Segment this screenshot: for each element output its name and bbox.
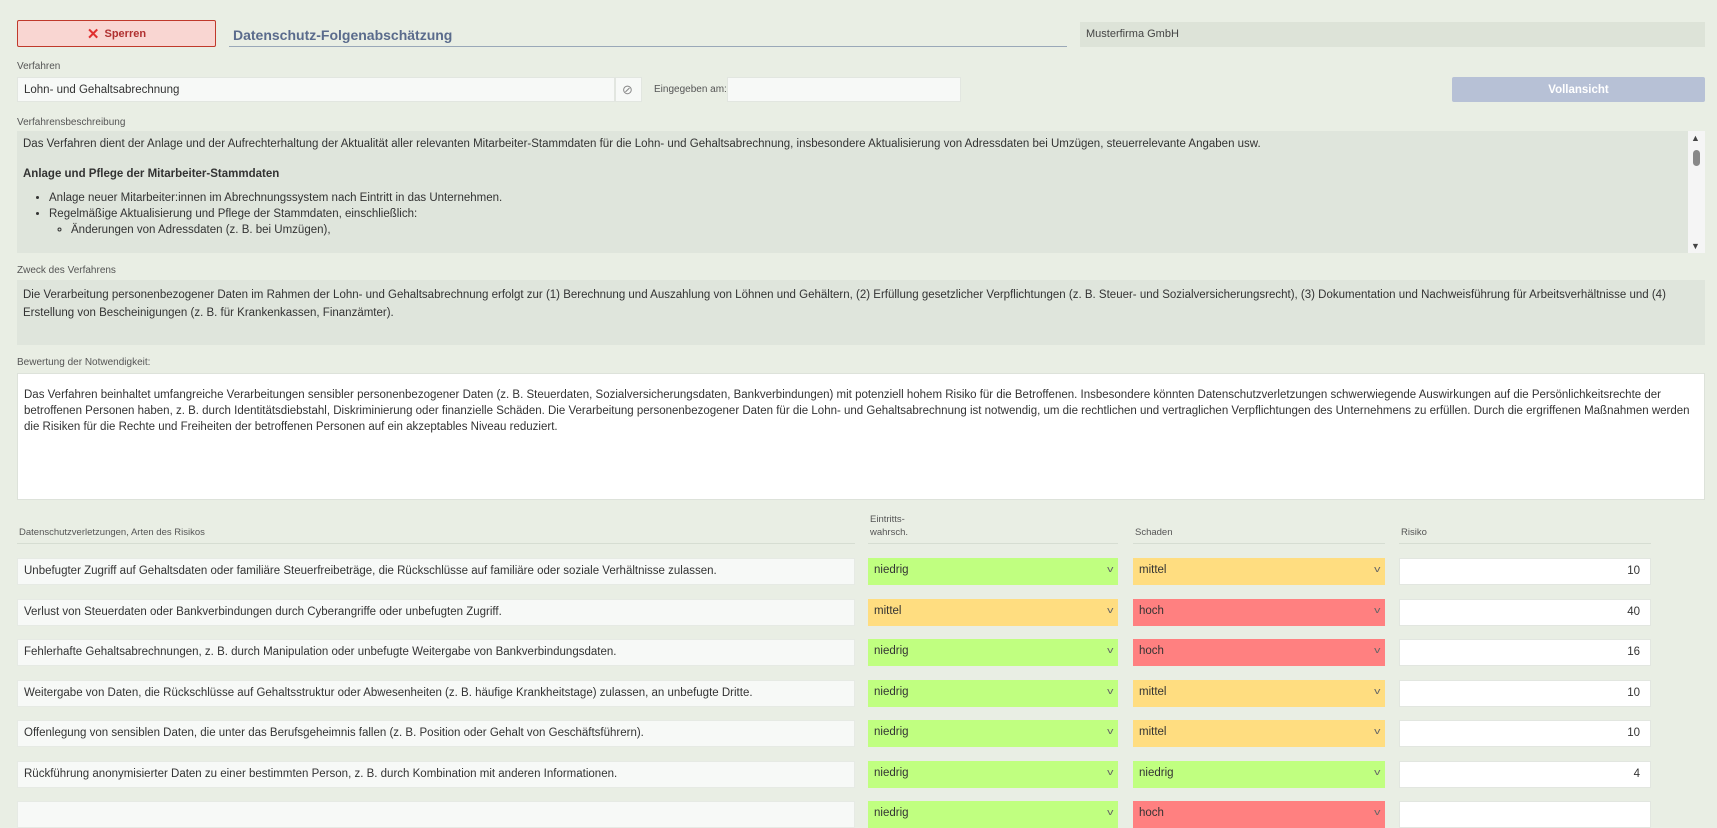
risk-description[interactable]: Unbefugter Zugriff auf Gehaltsdaten oder… (17, 558, 855, 585)
verfahren-input[interactable]: Lohn- und Gehaltsabrechnung (17, 77, 615, 102)
likelihood-value: mittel (874, 605, 902, 617)
chevron-down-icon: v (1373, 686, 1380, 696)
likelihood-value: niedrig (874, 645, 909, 657)
company-field: Musterfirma GmbH (1080, 22, 1705, 47)
likelihood-select[interactable]: niedrig v (868, 801, 1118, 828)
risk-description[interactable]: Verlust von Steuerdaten oder Bankverbind… (17, 599, 855, 626)
list-item: Anlage neuer Mitarbeiter:innen im Abrech… (49, 190, 1682, 206)
table-row: Weitergabe von Daten, die Rückschlüsse a… (0, 680, 1717, 707)
likelihood-select[interactable]: niedrig v (868, 720, 1118, 747)
damage-value: mittel (1139, 726, 1167, 738)
table-row: niedrig v hoch v (0, 801, 1717, 828)
description-intro: Das Verfahren dient der Anlage und der A… (23, 138, 1261, 150)
list-item-text: Regelmäßige Aktualisierung und Pflege de… (49, 208, 418, 220)
chevron-down-icon: v (1106, 605, 1113, 615)
header-damage: Schaden (1133, 520, 1385, 544)
table-row: Offenlegung von sensiblen Daten, die unt… (0, 720, 1717, 747)
risk-value[interactable]: 16 (1399, 639, 1651, 666)
scrollbar[interactable]: ▲ ▼ (1688, 131, 1705, 253)
lock-label: Sperren (104, 27, 147, 40)
list-item: Regelmäßige Aktualisierung und Pflege de… (49, 206, 1682, 238)
risk-description[interactable] (17, 801, 855, 828)
entered-label: Eingegeben am: (654, 84, 727, 95)
list-item: Änderungen von Adressdaten (z. B. bei Um… (71, 222, 1682, 238)
chevron-down-icon: v (1373, 807, 1380, 817)
likelihood-select[interactable]: niedrig v (868, 761, 1118, 788)
damage-select[interactable]: niedrig v (1133, 761, 1385, 788)
chevron-down-icon: v (1373, 767, 1380, 777)
damage-select[interactable]: mittel v (1133, 680, 1385, 707)
damage-select[interactable]: mittel v (1133, 558, 1385, 585)
damage-value: mittel (1139, 564, 1167, 576)
risk-description[interactable]: Rückführung anonymisierter Daten zu eine… (17, 761, 855, 788)
risk-description[interactable]: Weitergabe von Daten, die Rückschlüsse a… (17, 680, 855, 707)
damage-select[interactable]: mittel v (1133, 720, 1385, 747)
chevron-down-icon: v (1106, 767, 1113, 777)
description-heading: Anlage und Pflege der Mitarbeiter-Stammd… (23, 168, 280, 180)
likelihood-value: niedrig (874, 686, 909, 698)
description-box[interactable]: Das Verfahren dient der Anlage und der A… (17, 131, 1688, 253)
chevron-down-icon: v (1106, 564, 1113, 574)
scroll-thumb[interactable] (1693, 150, 1700, 166)
risk-value[interactable]: 10 (1399, 720, 1651, 747)
damage-value: hoch (1139, 605, 1164, 617)
risk-value[interactable]: 40 (1399, 599, 1651, 626)
damage-value: hoch (1139, 807, 1164, 819)
likelihood-value: niedrig (874, 807, 909, 819)
verfahren-label: Verfahren (17, 61, 61, 72)
scroll-down-icon[interactable]: ▼ (1691, 241, 1700, 251)
description-label: Verfahrensbeschreibung (17, 117, 126, 128)
header-likelihood: Eintritts- wahrsch. (868, 514, 1118, 544)
risk-description[interactable]: Fehlerhafte Gehaltsabrechnungen, z. B. d… (17, 639, 855, 666)
chevron-down-icon: v (1106, 807, 1113, 817)
full-view-button[interactable]: Vollansicht (1452, 77, 1705, 102)
table-row: Rückführung anonymisierter Daten zu eine… (0, 761, 1717, 788)
unlink-icon[interactable]: ⊘ (615, 77, 642, 102)
close-icon: ✕ (86, 25, 100, 43)
risk-value[interactable]: 4 (1399, 761, 1651, 788)
damage-value: niedrig (1139, 767, 1174, 779)
chevron-down-icon: v (1106, 686, 1113, 696)
purpose-box[interactable]: Die Verarbeitung personenbezogener Daten… (17, 280, 1705, 345)
likelihood-value: niedrig (874, 564, 909, 576)
necessity-label: Bewertung der Notwendigkeit: (17, 357, 151, 368)
risk-value[interactable] (1399, 801, 1651, 828)
likelihood-select[interactable]: niedrig v (868, 558, 1118, 585)
chevron-down-icon: v (1373, 645, 1380, 655)
table-row: Fehlerhafte Gehaltsabrechnungen, z. B. d… (0, 639, 1717, 666)
entered-date-input[interactable] (727, 77, 961, 102)
scroll-up-icon[interactable]: ▲ (1691, 133, 1700, 143)
damage-select[interactable]: hoch v (1133, 599, 1385, 626)
header-risk: Risiko (1399, 520, 1651, 544)
likelihood-value: niedrig (874, 767, 909, 779)
chevron-down-icon: v (1373, 605, 1380, 615)
table-row: Unbefugter Zugriff auf Gehaltsdaten oder… (0, 558, 1717, 585)
risk-description[interactable]: Offenlegung von sensiblen Daten, die unt… (17, 720, 855, 747)
damage-select[interactable]: hoch v (1133, 801, 1385, 828)
likelihood-select[interactable]: niedrig v (868, 639, 1118, 666)
page-title-input[interactable]: Datenschutz-Folgenabschätzung (229, 22, 1067, 47)
chevron-down-icon: v (1373, 726, 1380, 736)
likelihood-value: niedrig (874, 726, 909, 738)
damage-value: mittel (1139, 686, 1167, 698)
necessity-textarea[interactable]: Das Verfahren beinhaltet umfangreiche Ve… (17, 373, 1705, 500)
likelihood-select[interactable]: niedrig v (868, 680, 1118, 707)
lock-button[interactable]: ✕ Sperren (17, 20, 216, 47)
risk-value[interactable]: 10 (1399, 680, 1651, 707)
chevron-down-icon: v (1373, 564, 1380, 574)
risk-value[interactable]: 10 (1399, 558, 1651, 585)
header-risk-type: Datenschutzverletzungen, Arten des Risik… (17, 520, 855, 544)
damage-select[interactable]: hoch v (1133, 639, 1385, 666)
chevron-down-icon: v (1106, 726, 1113, 736)
purpose-label: Zweck des Verfahrens (17, 265, 116, 276)
chevron-down-icon: v (1106, 645, 1113, 655)
table-row: Verlust von Steuerdaten oder Bankverbind… (0, 599, 1717, 626)
likelihood-select[interactable]: mittel v (868, 599, 1118, 626)
damage-value: hoch (1139, 645, 1164, 657)
